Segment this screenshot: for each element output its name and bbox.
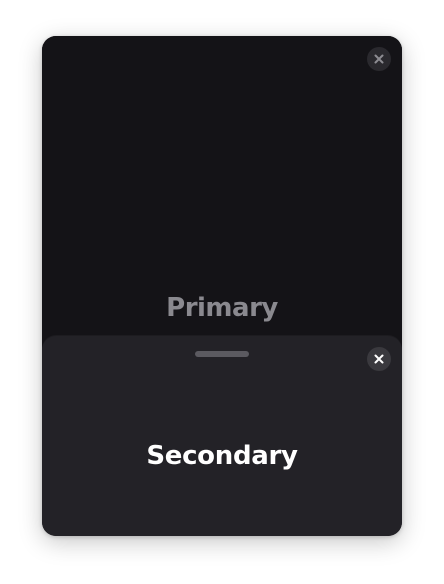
primary-close-button[interactable] bbox=[367, 47, 391, 71]
app-window: Primary Secondary bbox=[42, 36, 402, 536]
close-icon bbox=[374, 54, 384, 64]
stage: Primary Secondary bbox=[0, 0, 444, 584]
secondary-title: Secondary bbox=[146, 441, 298, 471]
drag-handle[interactable] bbox=[195, 351, 249, 357]
primary-title: Primary bbox=[166, 293, 278, 323]
primary-pane: Primary bbox=[42, 36, 402, 336]
close-icon bbox=[374, 354, 384, 364]
secondary-close-button[interactable] bbox=[367, 347, 391, 371]
secondary-sheet: Secondary bbox=[42, 336, 402, 536]
